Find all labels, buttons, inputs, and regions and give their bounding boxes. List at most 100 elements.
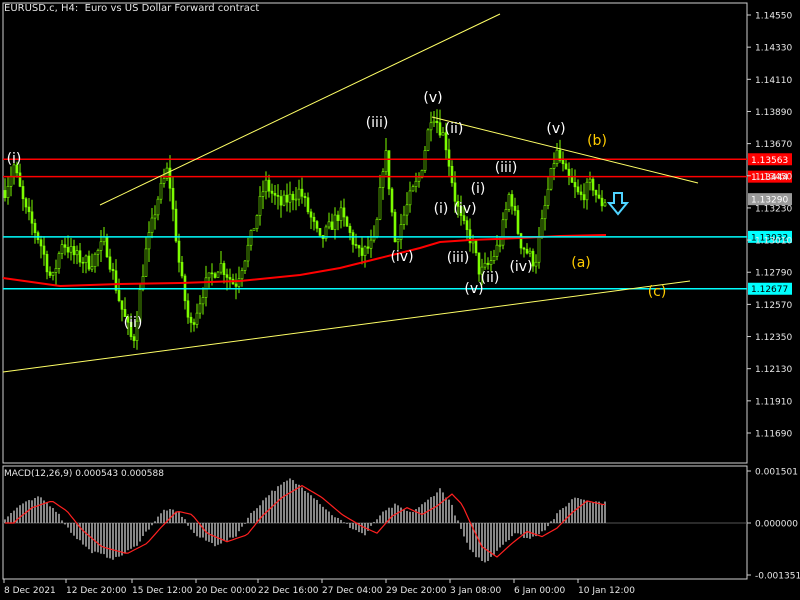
candle-body: [297, 188, 301, 200]
candle-body: [240, 270, 244, 280]
candle-body: [546, 188, 550, 206]
candle-body: [375, 219, 379, 237]
candle-body: [150, 217, 154, 233]
candle-body: [312, 216, 316, 222]
candle-body: [216, 271, 220, 278]
candle-body: [42, 245, 46, 255]
wave-label: (iv): [390, 249, 413, 265]
wave-labels: (i)(ii)(iii)(iv)(v)(ii)(i) (iv)(iii)(v)(i…: [7, 90, 667, 331]
candle-body: [225, 274, 229, 278]
candle-body: [555, 149, 559, 164]
candle-body: [249, 230, 253, 246]
candle-body: [402, 214, 406, 225]
candle-body: [279, 196, 283, 206]
candle-body: [78, 250, 82, 263]
candle-body: [435, 120, 439, 123]
candle-body: [360, 247, 364, 256]
time-tick-label: 22 Dec 16:00: [258, 586, 319, 596]
time-tick-label: 6 Jan 00:00: [514, 586, 566, 596]
candle-body: [105, 236, 109, 258]
candle-body: [366, 246, 370, 249]
time-tick-label: 8 Dec 2021: [4, 586, 56, 596]
time-tick-label: 10 Jan 12:00: [578, 586, 635, 596]
wave-label: (iv): [453, 201, 476, 217]
time-tick-label: 20 Dec 00:00: [196, 586, 257, 596]
candle-body: [147, 232, 151, 250]
candle-body: [201, 297, 205, 305]
candle-body: [294, 198, 298, 201]
candle-body: [282, 194, 286, 206]
candle-body: [387, 150, 391, 190]
candle-body: [255, 215, 259, 229]
candle-body: [426, 129, 430, 151]
candle-body: [108, 256, 112, 270]
candle-body: [540, 218, 544, 238]
candle-body: [342, 207, 346, 218]
candle-body: [504, 209, 508, 221]
candle-body: [171, 187, 175, 210]
candle-body: [252, 228, 256, 231]
candle-body: [270, 190, 274, 194]
candle-body: [192, 322, 196, 325]
candle-body: [432, 120, 436, 124]
candle-body: [84, 255, 88, 263]
candle-body: [564, 163, 568, 170]
wave-label: (iii): [366, 115, 389, 131]
wave-label: (iii): [495, 160, 518, 176]
candle-body: [303, 196, 307, 199]
candle-body: [258, 196, 262, 216]
candle-body: [30, 211, 34, 224]
candle-body: [483, 262, 487, 268]
macd-tick-label: -0.001351: [755, 572, 800, 582]
candle-body: [495, 244, 499, 257]
candle-body: [75, 250, 79, 256]
macd-axis: 0.001501 0.000000 -0.001351: [747, 468, 800, 582]
candle-body: [204, 277, 208, 298]
down-arrow-icon: [606, 192, 630, 216]
candle-body: [195, 312, 199, 325]
level-label-resistance: 1.13563: [751, 156, 788, 166]
candle-body: [60, 244, 64, 254]
wave-label: (ii): [481, 270, 500, 286]
candle-body: [597, 194, 601, 199]
wave-label: (b): [587, 133, 607, 149]
candle-body: [603, 202, 607, 207]
candle-body: [333, 214, 337, 230]
wave-label: (iii): [447, 250, 470, 266]
candle-body: [513, 205, 517, 211]
candle-body: [48, 271, 52, 276]
candle-body: [144, 248, 148, 277]
level-label-support: 1.12677: [751, 285, 788, 295]
candle-body: [234, 283, 238, 287]
candle-body: [429, 122, 433, 131]
candle-body: [549, 168, 553, 190]
candle-body: [180, 261, 184, 277]
candle-body: [552, 163, 556, 169]
candle-body: [417, 177, 421, 182]
candle-body: [111, 268, 115, 272]
candle-body: [114, 270, 118, 291]
candle-body: [378, 187, 382, 220]
candle-body: [69, 246, 73, 253]
candle-body: [474, 240, 478, 254]
candle-body: [516, 210, 520, 234]
time-tick-label: 27 Dec 04:00: [322, 586, 383, 596]
candle-body: [18, 172, 22, 187]
candle-body: [492, 256, 496, 262]
candle-body: [573, 182, 577, 188]
price-chart[interactable]: 1.135631.134441.132901.130321.12677 (i) (…: [0, 0, 800, 600]
macd-indicator: [4, 478, 606, 563]
candle-body: [591, 178, 595, 191]
candle-body: [318, 228, 322, 236]
candle-body: [594, 189, 598, 196]
candle-body: [57, 253, 61, 269]
candle-body: [246, 244, 250, 262]
time-tick-label: 12 Dec 20:00: [66, 586, 127, 596]
wave-label: (i): [7, 151, 22, 167]
macd-tick-label: 0.000000: [755, 520, 798, 530]
candle-body: [156, 198, 160, 216]
candle-body: [348, 225, 352, 233]
candle-body: [447, 149, 451, 167]
candle-body: [369, 239, 373, 249]
candle-body: [93, 253, 97, 268]
